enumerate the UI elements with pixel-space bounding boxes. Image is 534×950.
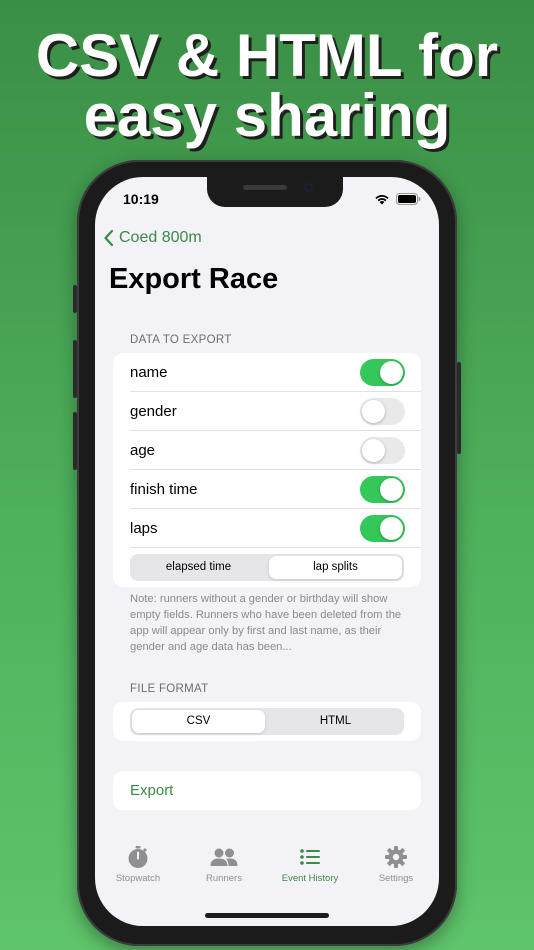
back-button[interactable]: Coed 800m (103, 229, 202, 247)
field-row-age: age (113, 431, 421, 470)
wifi-icon (375, 195, 389, 205)
headline-line-2: easy sharing (83, 82, 451, 149)
stopwatch-icon (128, 846, 148, 868)
segment-csv[interactable]: CSV (132, 710, 265, 733)
finish-time-toggle[interactable] (360, 476, 405, 503)
lap-mode-segmented-control: elapsed time lap splits (130, 554, 404, 581)
laps-toggle[interactable] (360, 515, 405, 542)
field-row-laps: laps (113, 509, 421, 548)
page-title: Export Race (109, 263, 279, 295)
name-toggle[interactable] (360, 359, 405, 386)
status-icons (374, 193, 421, 205)
notch (207, 177, 343, 207)
export-note: Note: runners without a gender or birthd… (130, 593, 402, 653)
export-button[interactable]: Export (113, 771, 421, 810)
field-row-name: name (113, 353, 421, 392)
home-indicator (205, 913, 329, 918)
segment-lap-splits[interactable]: lap splits (269, 556, 402, 579)
data-fields-group: name gender age finish time laps elapsed… (113, 353, 421, 587)
gear-icon (385, 846, 407, 868)
mute-switch (73, 285, 77, 313)
camera (304, 183, 313, 192)
tab-label: Stopwatch (115, 873, 161, 884)
status-time: 10:19 (123, 191, 159, 207)
tab-settings[interactable]: Settings (353, 845, 439, 905)
field-label: laps (130, 520, 158, 537)
runners-icon (210, 848, 238, 866)
segment-html[interactable]: HTML (269, 710, 402, 733)
tab-label: Settings (378, 873, 414, 884)
tab-label: Event History (281, 873, 339, 884)
back-label: Coed 800m (119, 229, 202, 246)
file-format-segmented-control: CSV HTML (130, 708, 404, 735)
data-section-header: DATA TO EXPORT (130, 334, 232, 346)
segment-elapsed-time[interactable]: elapsed time (132, 556, 265, 579)
field-label: name (130, 364, 168, 381)
format-section-header: FILE FORMAT (130, 683, 209, 695)
tab-stopwatch[interactable]: Stopwatch (95, 845, 181, 905)
volume-up-button (73, 340, 77, 398)
tab-label: Runners (206, 873, 242, 884)
field-row-gender: gender (113, 392, 421, 431)
battery-icon (396, 193, 421, 205)
volume-down-button (73, 412, 77, 470)
headline-line-1: CSV & HTML for (35, 22, 499, 89)
field-label: gender (130, 403, 177, 420)
tab-runners[interactable]: Runners (181, 845, 267, 905)
export-label: Export (130, 782, 174, 799)
gender-toggle[interactable] (360, 398, 405, 425)
tab-bar: Stopwatch Runners Event History Settings (95, 845, 439, 905)
age-toggle[interactable] (360, 437, 405, 464)
power-button (457, 362, 461, 454)
field-label: finish time (130, 481, 198, 498)
field-label: age (130, 442, 156, 459)
list-icon (300, 849, 320, 865)
field-row-finish-time: finish time (113, 470, 421, 509)
speaker (243, 185, 287, 190)
phone-screen: 10:19 Coed 800m Export Race DATA TO EXPO… (95, 177, 439, 926)
tab-event-history[interactable]: Event History (267, 845, 353, 905)
promo-headline: CSV & HTML for easy sharing (0, 26, 534, 146)
file-format-group: CSV HTML (113, 702, 421, 741)
chevron-left-icon (104, 229, 114, 247)
